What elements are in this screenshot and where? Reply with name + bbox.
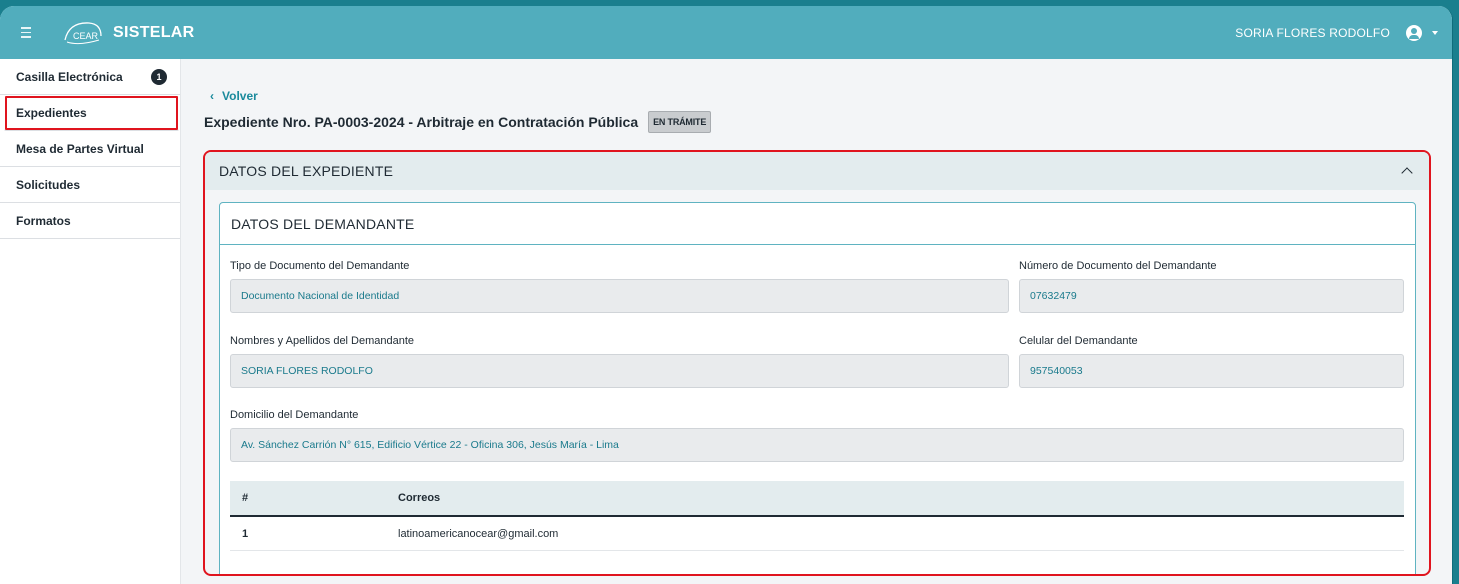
sidebar-item-label: Formatos xyxy=(16,213,71,228)
celular-field[interactable]: 957540053 xyxy=(1019,354,1404,388)
numero-documento-field[interactable]: 07632479 xyxy=(1019,279,1404,313)
sidebar-item-label: Casilla Electrónica xyxy=(16,69,123,84)
menu-icon[interactable] xyxy=(21,22,43,44)
top-bar: CEAR SISTELAR SORIA FLORES RODOLFO xyxy=(0,6,1452,59)
sidebar-item-formatos[interactable]: Formatos xyxy=(0,203,180,239)
panel-title: DATOS DEL EXPEDIENTE xyxy=(219,163,394,179)
tipo-documento-field[interactable]: Documento Nacional de Identidad xyxy=(230,279,1009,313)
page-title: Expediente Nro. PA-0003-2024 - Arbitraje… xyxy=(204,114,639,130)
status-badge: EN TRÁMITE xyxy=(648,111,712,133)
back-link[interactable]: ‹ Volver xyxy=(210,89,258,103)
numero-documento-label: Número de Documento del Demandante xyxy=(1019,260,1217,272)
chevron-left-icon: ‹ xyxy=(210,89,214,103)
sidebar-item-solicitudes[interactable]: Solicitudes xyxy=(0,167,180,203)
chevron-up-icon[interactable] xyxy=(1401,167,1413,179)
sidebar-item-label: Mesa de Partes Virtual xyxy=(16,141,144,156)
logo-text: CEAR xyxy=(73,31,99,41)
domicilio-field[interactable]: Av. Sánchez Carrión N° 615, Edificio Vér… xyxy=(230,428,1404,462)
cear-logo: CEAR xyxy=(59,18,105,48)
emails-table: # Correos 1 latinoamericanocear@gmail.co… xyxy=(230,481,1404,551)
back-label: Volver xyxy=(222,89,258,103)
app-window: CEAR SISTELAR SORIA FLORES RODOLFO Casil… xyxy=(0,6,1453,584)
celular-label: Celular del Demandante xyxy=(1019,335,1138,347)
table-header: # Correos xyxy=(230,481,1404,517)
nombres-field[interactable]: SORIA FLORES RODOLFO xyxy=(230,354,1009,388)
domicilio-label: Domicilio del Demandante xyxy=(230,409,359,421)
table-row: 1 latinoamericanocear@gmail.com xyxy=(230,517,1404,551)
row-number: 1 xyxy=(242,527,249,540)
user-account-icon[interactable] xyxy=(1406,24,1422,41)
nombres-label: Nombres y Apellidos del Demandante xyxy=(230,335,415,347)
main-content: ‹ Volver Expediente Nro. PA-0003-2024 - … xyxy=(182,59,1452,584)
demandante-card: DATOS DEL DEMANDANTE Tipo de Documento d… xyxy=(219,202,1416,574)
user-name: SORIA FLORES RODOLFO xyxy=(1235,25,1390,40)
expediente-panel: DATOS DEL EXPEDIENTE DATOS DEL DEMANDANT… xyxy=(203,150,1431,576)
card-title: DATOS DEL DEMANDANTE xyxy=(220,203,1415,245)
app-title: SISTELAR xyxy=(113,23,195,41)
notification-badge: 1 xyxy=(151,68,167,85)
chevron-down-icon[interactable] xyxy=(1432,30,1438,35)
sidebar: Casilla Electrónica 1 Expedientes Mesa d… xyxy=(0,59,181,584)
sidebar-item-casilla-electronica[interactable]: Casilla Electrónica 1 xyxy=(0,59,180,95)
sidebar-item-label: Expedientes xyxy=(16,105,87,120)
sidebar-item-expedientes[interactable]: Expedientes xyxy=(4,95,179,131)
tipo-documento-label: Tipo de Documento del Demandante xyxy=(230,260,410,272)
column-header-correos: Correos xyxy=(398,492,441,504)
user-menu[interactable]: SORIA FLORES RODOLFO xyxy=(1235,6,1438,59)
sidebar-item-label: Solicitudes xyxy=(16,177,81,192)
page-title-row: Expediente Nro. PA-0003-2024 - Arbitraje… xyxy=(204,111,712,133)
row-email: latinoamericanocear@gmail.com xyxy=(398,527,559,540)
panel-header[interactable]: DATOS DEL EXPEDIENTE xyxy=(205,152,1429,190)
column-header-number: # xyxy=(242,492,249,504)
sidebar-item-mesa-de-partes[interactable]: Mesa de Partes Virtual xyxy=(0,131,180,167)
